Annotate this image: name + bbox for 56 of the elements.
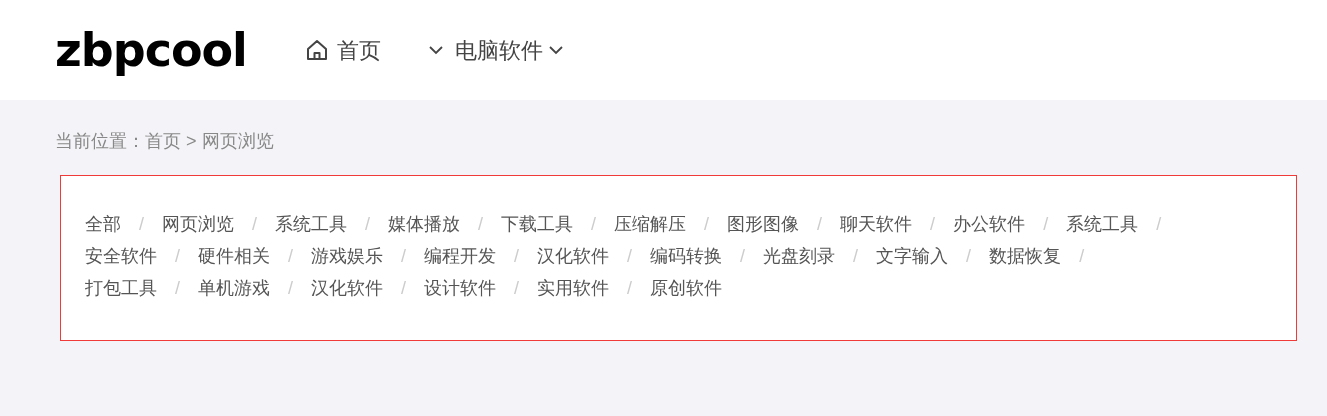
- separator: /: [817, 213, 823, 236]
- separator: /: [853, 245, 859, 268]
- separator: /: [627, 277, 633, 300]
- category-link[interactable]: 实用软件: [537, 272, 610, 304]
- category-link[interactable]: 单机游戏: [198, 272, 270, 304]
- separator: /: [1079, 245, 1085, 268]
- category-link[interactable]: 汉化软件: [311, 272, 384, 304]
- category-link[interactable]: 游戏娱乐: [311, 240, 384, 272]
- breadcrumb-separator: >: [186, 130, 197, 153]
- separator: /: [401, 277, 407, 300]
- category-link[interactable]: 聊天软件: [840, 208, 913, 240]
- category-link[interactable]: 全部: [85, 208, 121, 240]
- category-link[interactable]: 安全软件: [85, 240, 157, 272]
- category-link[interactable]: 数据恢复: [989, 240, 1062, 272]
- category-link[interactable]: 媒体播放: [388, 208, 461, 240]
- separator: /: [139, 213, 144, 236]
- category-link[interactable]: 系统工具: [275, 208, 348, 240]
- separator: /: [175, 277, 180, 300]
- category-link[interactable]: 办公软件: [953, 208, 1026, 240]
- separator: /: [365, 213, 371, 236]
- category-link[interactable]: 压缩解压: [614, 208, 687, 240]
- category-link[interactable]: 网页浏览: [162, 208, 234, 240]
- category-link[interactable]: 编程开发: [424, 240, 497, 272]
- separator: /: [401, 245, 407, 268]
- separator: /: [288, 245, 294, 268]
- chevron-down-icon: [548, 45, 563, 55]
- category-link[interactable]: 编码转换: [650, 240, 723, 272]
- separator: /: [740, 245, 746, 268]
- separator: /: [1043, 213, 1049, 236]
- category-link[interactable]: 打包工具: [85, 272, 157, 304]
- breadcrumb-label: 当前位置：: [55, 130, 145, 153]
- separator: /: [966, 245, 972, 268]
- home-icon: [304, 38, 329, 62]
- category-link[interactable]: 设计软件: [424, 272, 497, 304]
- category-link[interactable]: 下载工具: [501, 208, 574, 240]
- separator: /: [704, 213, 710, 236]
- separator: /: [627, 245, 633, 268]
- separator: /: [591, 213, 597, 236]
- category-link[interactable]: 汉化软件: [537, 240, 610, 272]
- category-link[interactable]: 系统工具: [1066, 208, 1139, 240]
- separator: /: [252, 213, 258, 236]
- nav-link[interactable]: 首页: [336, 33, 381, 67]
- separator: /: [478, 213, 484, 236]
- separator: /: [514, 245, 520, 268]
- separator: /: [175, 245, 180, 268]
- separator: /: [1156, 213, 1162, 236]
- category-link[interactable]: 硬件相关: [198, 240, 270, 272]
- category-link[interactable]: 光盘刻录: [763, 240, 836, 272]
- separator: /: [514, 277, 520, 300]
- separator: /: [288, 277, 294, 300]
- category-link[interactable]: 文字输入: [876, 240, 949, 272]
- category-link[interactable]: 原创软件: [650, 272, 723, 304]
- chevron-down-icon: [428, 45, 443, 55]
- menu-link[interactable]: 电脑软件: [454, 33, 543, 67]
- category-link[interactable]: 图形图像: [727, 208, 800, 240]
- separator: /: [930, 213, 936, 236]
